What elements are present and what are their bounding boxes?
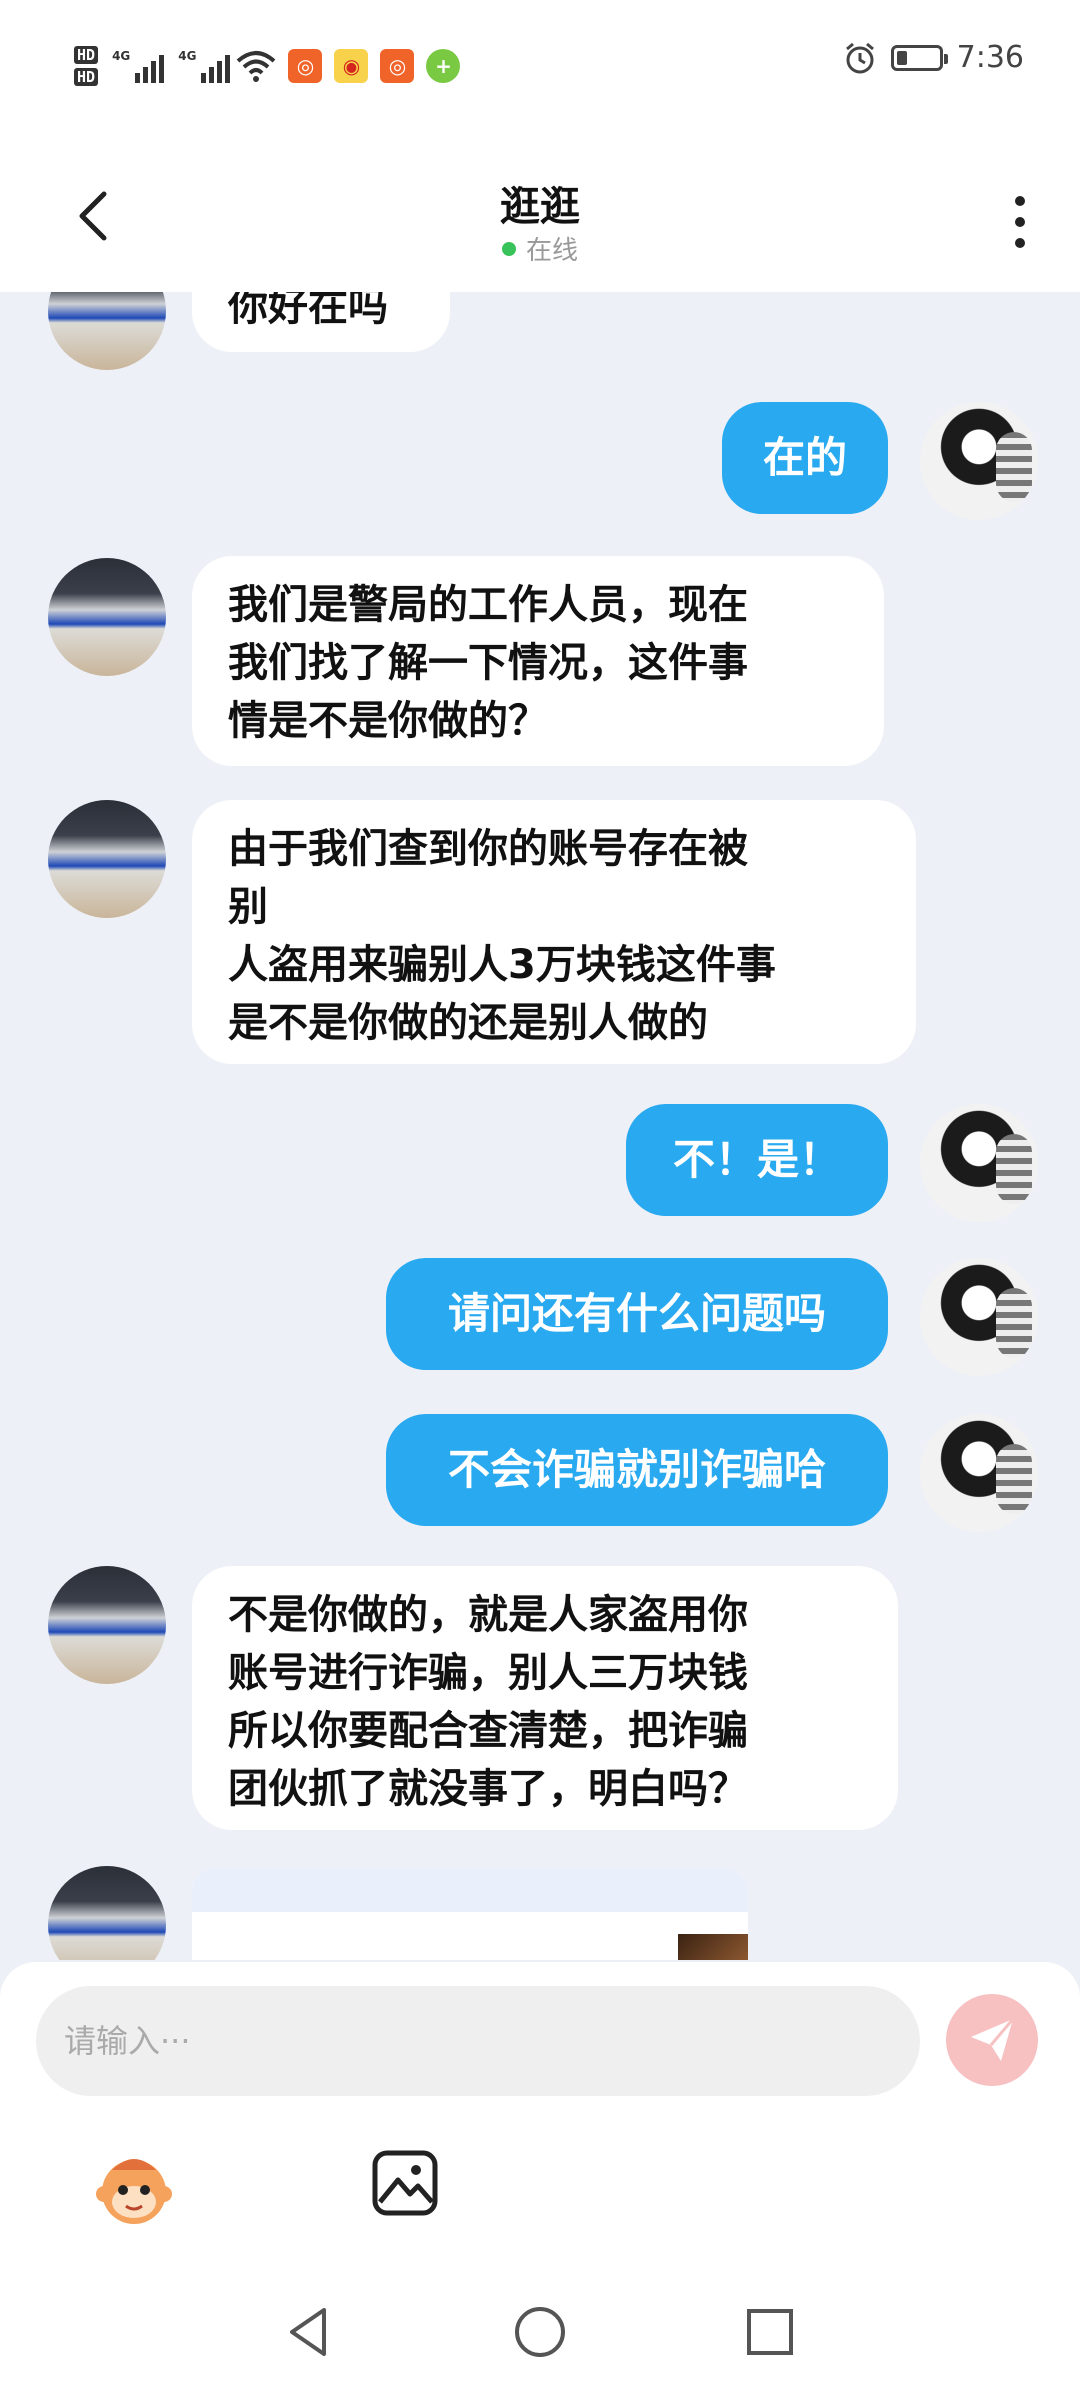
contact-avatar[interactable]	[48, 292, 166, 370]
contact-avatar[interactable]	[48, 558, 166, 676]
contact-avatar[interactable]	[48, 800, 166, 918]
emoji-icon[interactable]	[92, 2146, 176, 2230]
online-status: 在线	[0, 230, 1080, 267]
wifi-icon	[237, 51, 276, 82]
kuaishou-icon: ◎	[380, 49, 415, 83]
weibo-icon: ◉	[334, 49, 369, 83]
my-avatar[interactable]	[920, 402, 1038, 520]
system-nav-bar	[0, 2282, 1080, 2388]
more-options-icon[interactable]	[1014, 196, 1026, 248]
recents-square-icon[interactable]	[740, 2302, 800, 2362]
input-bar	[0, 1962, 1080, 2282]
signal-icon: 4G	[112, 49, 165, 83]
contact-avatar[interactable]	[48, 1566, 166, 1684]
status-bar: HD HD 4G 4G ◎ ◉ ◎ + 7:36	[0, 0, 1080, 130]
outgoing-message: 不！是！	[626, 1104, 888, 1216]
message-input[interactable]	[36, 1986, 920, 2096]
contact-avatar[interactable]	[48, 1866, 166, 1960]
chat-header: 逛逛 在线	[0, 130, 1080, 292]
incoming-message: 我们是警局的工作人员，现在 我们找了解一下情况，这件事 情是不是你做的？	[192, 556, 884, 766]
online-status-label: 在线	[525, 236, 578, 266]
send-button[interactable]	[946, 1994, 1038, 2086]
kuaishou-icon: ◎	[288, 49, 323, 83]
alarm-icon	[845, 42, 874, 73]
outgoing-message: 请问还有什么问题吗	[386, 1258, 888, 1370]
incoming-card-message[interactable]	[192, 1868, 748, 1960]
hd-label-1: HD	[74, 46, 99, 64]
chat-message-list[interactable]: 你好在吗 在的 我们是警局的工作人员，现在 我们找了解一下情况，这件事 情是不是…	[0, 292, 1080, 1960]
card-header	[192, 1868, 748, 1912]
network-label-1: 4G	[112, 49, 131, 63]
image-icon[interactable]	[370, 2148, 440, 2218]
battery-icon	[890, 44, 948, 71]
outgoing-message: 不会诈骗就别诈骗哈	[386, 1414, 888, 1526]
back-triangle-icon[interactable]	[280, 2302, 340, 2362]
card-thumbnail	[678, 1934, 748, 1960]
send-icon	[971, 2018, 1015, 2061]
my-avatar[interactable]	[920, 1258, 1038, 1376]
home-circle-icon[interactable]	[510, 2302, 570, 2362]
incoming-message: 你好在吗	[192, 292, 450, 352]
hd-label-2: HD	[74, 68, 99, 86]
signal-icon: 4G	[178, 49, 231, 83]
network-label-2: 4G	[178, 49, 197, 63]
my-avatar[interactable]	[920, 1414, 1038, 1532]
outgoing-message: 在的	[722, 402, 888, 514]
online-dot-icon	[501, 241, 516, 256]
my-avatar[interactable]	[920, 1104, 1038, 1222]
hd-indicator: HD HD	[74, 46, 99, 86]
incoming-message: 不是你做的，就是人家盗用你 账号进行诈骗，别人三万块钱 所以你要配合查清楚，把诈…	[192, 1566, 898, 1830]
chat-title: 逛逛	[500, 184, 580, 230]
incoming-message: 由于我们查到你的账号存在被 别 人盗用来骗别人3万块钱这件事 是不是你做的还是别…	[192, 800, 916, 1064]
app-icon: +	[426, 49, 461, 83]
clock: 7:36	[956, 40, 1024, 75]
